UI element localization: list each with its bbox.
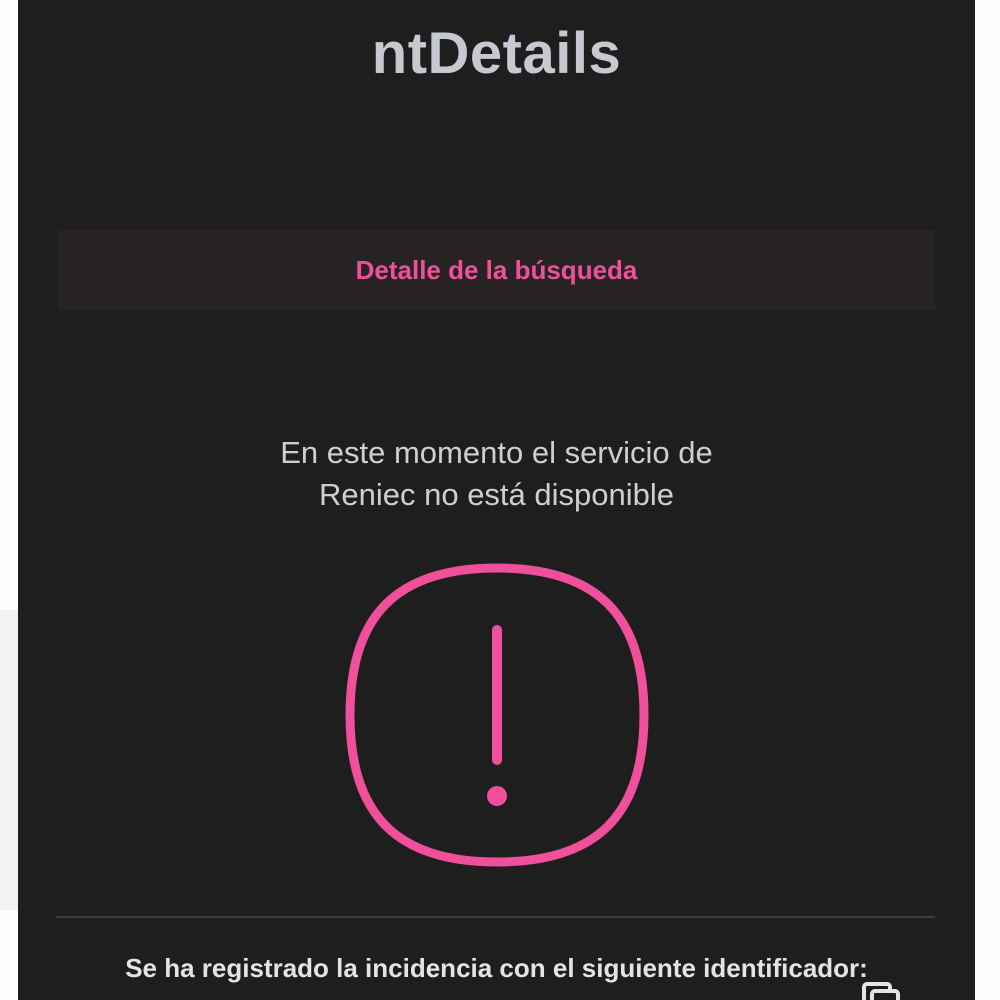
message-line-1: En este momento el servicio de [280, 435, 713, 470]
copy-icon[interactable] [860, 982, 904, 1000]
background-strip [0, 610, 20, 910]
alert-circle-icon [345, 563, 649, 867]
incident-details-panel: ntDetails Detalle de la búsqueda En este… [18, 0, 975, 1000]
page-title: ntDetails [371, 21, 622, 86]
service-unavailable-message: En este momento el servicio de Reniec no… [18, 432, 975, 516]
divider [56, 916, 935, 918]
incident-id-label: Se ha registrado la incidencia con el si… [125, 953, 868, 983]
search-detail-label: Detalle de la búsqueda [355, 254, 638, 285]
search-detail-header: Detalle de la búsqueda [58, 230, 935, 310]
message-line-2: Reniec no está disponible [318, 477, 675, 512]
